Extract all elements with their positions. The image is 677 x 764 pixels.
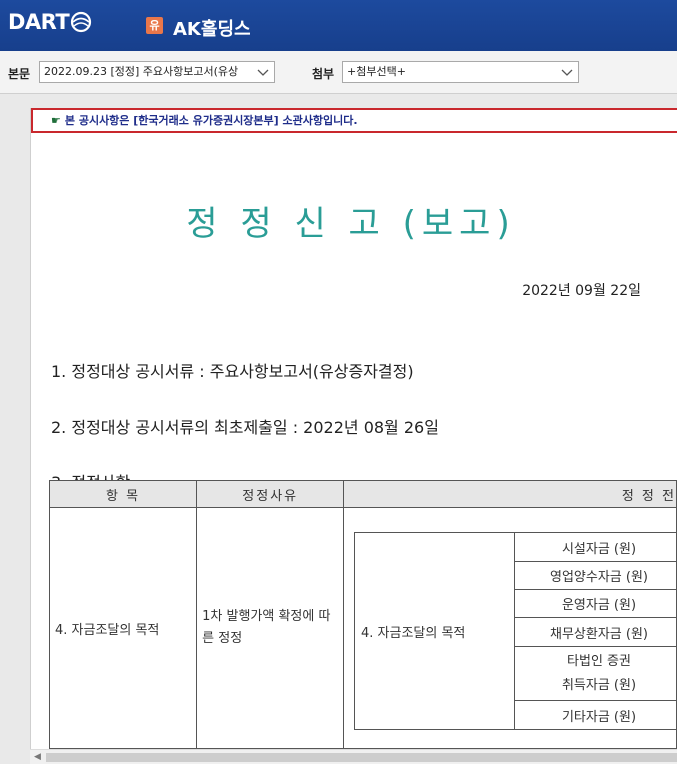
funding-row-facility: 시설자금 (원) bbox=[514, 532, 677, 562]
main-doc-select[interactable]: 2022.09.23 [정정] 주요사항보고서(유상 bbox=[39, 61, 275, 83]
funding-row-debt: 채무상환자금 (원) bbox=[514, 617, 677, 647]
document-date: 2022년 09월 22일 bbox=[522, 283, 641, 299]
scroll-left-icon[interactable]: ◀ bbox=[34, 752, 41, 762]
cell-reason: 1차 발행가액 확정에 따른 정정 bbox=[196, 507, 345, 749]
funding-row-business-transfer: 영업양수자금 (원) bbox=[514, 561, 677, 590]
header-before: 정 정 전 bbox=[343, 480, 677, 508]
funding-row-other: 기타자금 (원) bbox=[514, 700, 677, 730]
notice-text: 본 공시사항은 [한국거래소 유가증권시장본부] 소관사항입니다. bbox=[64, 114, 358, 127]
horizontal-scrollbar[interactable]: ◀ bbox=[30, 749, 677, 764]
section-1: 1. 정정대상 공시서류 : 주요사항보고서(유상증자결정) bbox=[51, 362, 414, 381]
pointing-hand-icon: ☛ bbox=[51, 114, 61, 127]
market-badge: 유 bbox=[146, 17, 163, 34]
attachment-label: 첨부 bbox=[312, 67, 335, 81]
attachment-select[interactable]: +첨부선택+ bbox=[342, 61, 579, 83]
header-item: 항 목 bbox=[48, 480, 198, 508]
document-viewer: ☛ 본 공시사항은 [한국거래소 유가증권시장본부] 소관사항입니다. 정 정 신… bbox=[0, 94, 677, 764]
logo-text: DART bbox=[8, 10, 70, 34]
inner-label: 4. 자금조달의 목적 bbox=[354, 532, 515, 730]
main-doc-value: 2022.09.23 [정정] 주요사항보고서(유상 bbox=[44, 65, 239, 78]
header-reason: 정정사유 bbox=[196, 480, 345, 508]
company-name: AK홀딩스 bbox=[173, 19, 251, 40]
jurisdiction-notice: ☛ 본 공시사항은 [한국거래소 유가증권시장본부] 소관사항입니다. bbox=[31, 108, 677, 133]
main-doc-label: 본문 bbox=[8, 67, 31, 81]
chevron-down-icon bbox=[561, 69, 573, 76]
top-banner: DART 유 AK홀딩스 bbox=[0, 0, 677, 51]
scrollbar-thumb[interactable] bbox=[46, 753, 677, 762]
logo-globe-icon bbox=[71, 11, 92, 33]
funding-row-securities: 타법인 증권 취득자금 (원) bbox=[514, 646, 677, 701]
chevron-down-icon bbox=[256, 65, 270, 79]
cell-item: 4. 자금조달의 목적 bbox=[48, 507, 198, 749]
section-2: 2. 정정대상 공시서류의 최초제출일 : 2022년 08월 26일 bbox=[51, 418, 439, 437]
attachment-value: +첨부선택+ bbox=[347, 65, 406, 78]
funding-row-operating: 운영자금 (원) bbox=[514, 589, 677, 618]
funding-purpose-table: 4. 자금조달의 목적 시설자금 (원) 영업양수자금 (원) 운영자금 (원)… bbox=[354, 532, 677, 730]
document-selector-bar: 본문 2022.09.23 [정정] 주요사항보고서(유상 첨부 +첨부선택+ bbox=[0, 51, 677, 94]
dart-logo[interactable]: DART bbox=[8, 10, 92, 34]
table-row: 4. 자금조달의 목적 시설자금 (원) bbox=[354, 532, 677, 730]
document-title: 정 정 신 고 (보고) bbox=[186, 204, 516, 244]
table-header-row: 항 목 정정사유 정 정 전 bbox=[48, 480, 677, 508]
